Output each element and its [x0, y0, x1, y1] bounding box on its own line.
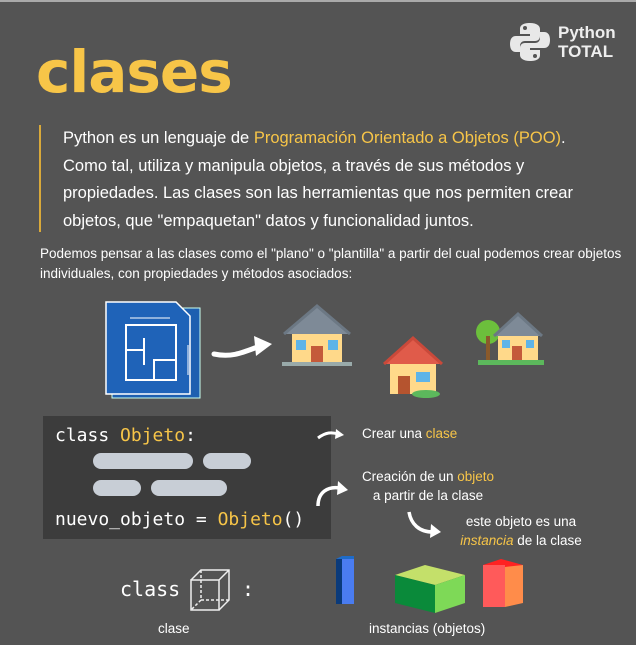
house-icon [282, 304, 352, 366]
blue-cube [336, 556, 354, 604]
code-placeholder-bar [93, 480, 141, 496]
instance-cubes [336, 556, 523, 613]
note-highlight: clase [425, 426, 458, 441]
code-placeholder-bar [203, 453, 251, 469]
page-title: clases [36, 38, 233, 106]
curved-arrow-icon [317, 429, 344, 440]
arrow-right-icon [211, 336, 272, 358]
note-instance: este objeto es una instancia de la clase [446, 512, 596, 550]
code-placeholder-bar [93, 453, 193, 469]
curved-arrow-icon [407, 511, 441, 538]
note-text: Creación de un [361, 469, 458, 484]
logo-line1: Python [558, 23, 616, 42]
note-highlight: objeto [457, 469, 495, 484]
intro-highlight: Programación Orientado a Objetos (POO) [253, 129, 562, 147]
note-text: este objeto es una [465, 514, 577, 529]
note-text: Crear una [362, 426, 426, 441]
green-cube [395, 565, 465, 613]
label-instances: instancias (objetos) [369, 621, 486, 636]
code-keyword: class [55, 425, 110, 446]
code-variable: nuevo_objeto = [55, 509, 218, 530]
note-create-class: Crear una clase [362, 424, 457, 443]
python-logo-icon [510, 23, 550, 61]
code-block: class Objeto: nuevo_objeto = Objeto() [43, 416, 331, 539]
red-cube [483, 559, 523, 607]
note-create-object: Creación de un objeto a partir de la clas… [348, 467, 508, 505]
logo-line2: TOTAL [558, 42, 614, 61]
house-icon-2 [382, 335, 444, 398]
python-total-logo: Python TOTAL [508, 20, 616, 64]
curved-arrow-icon [316, 481, 348, 507]
code-parens: () [282, 509, 305, 530]
top-border [0, 0, 636, 2]
subtitle: Podemos pensar a las clases como el "pla… [40, 246, 622, 281]
code-call: Objeto [217, 509, 283, 530]
blueprint-icon [105, 301, 201, 399]
house-icon-3 [476, 311, 544, 365]
empty-cube-icon [190, 569, 230, 611]
note-text-rest: de la clase [513, 533, 582, 548]
code-placeholder-bar [151, 480, 227, 496]
code-colon: : [185, 425, 196, 446]
bottom-colon: : [242, 577, 255, 601]
intro-text: Python es un lenguaje de [63, 129, 254, 147]
note-text-line2: a partir de la clase [372, 488, 484, 503]
note-highlight: instancia [460, 533, 514, 548]
label-clase: clase [158, 621, 190, 636]
bottom-class-keyword: class [120, 577, 181, 601]
intro-paragraph: Python es un lenguaje de Programación Or… [39, 125, 609, 232]
code-class-name: Objeto [120, 425, 186, 446]
